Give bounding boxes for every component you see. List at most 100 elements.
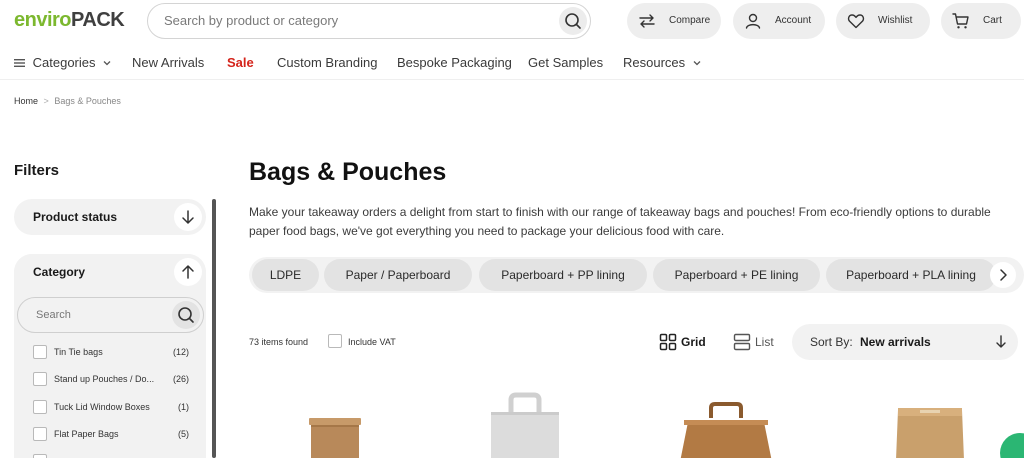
sort-label: Sort By: bbox=[810, 335, 853, 349]
search-icon bbox=[565, 13, 581, 29]
filter-option-count: (12) bbox=[172, 347, 189, 357]
breadcrumb-current: Bags & Pouches bbox=[54, 96, 121, 106]
chip-label: LDPE bbox=[269, 268, 302, 282]
collapse-button[interactable] bbox=[174, 258, 202, 286]
include-vat-label: Include VAT bbox=[348, 337, 396, 347]
arrow-up-icon bbox=[182, 265, 194, 279]
filter-option[interactable]: Tuck Lid Window Boxes (1) bbox=[33, 400, 193, 416]
breadcrumb-separator: > bbox=[43, 96, 49, 106]
grid-label: Grid bbox=[681, 335, 706, 349]
list-label: List bbox=[755, 335, 774, 349]
expand-button[interactable] bbox=[174, 203, 202, 231]
chevron-right-icon bbox=[1000, 269, 1007, 281]
filter-option[interactable]: Tin Tie bags (12) bbox=[33, 345, 193, 361]
filters-title: Filters bbox=[14, 162, 60, 179]
items-found: 73 items found bbox=[249, 337, 309, 347]
include-vat-checkbox[interactable] bbox=[328, 334, 342, 348]
breadcrumb: Home > Bags & Pouches bbox=[14, 96, 121, 106]
compare-label: Compare bbox=[669, 15, 711, 26]
chips-next-button[interactable] bbox=[990, 262, 1016, 288]
search-bar bbox=[147, 3, 591, 39]
wishlist-button[interactable]: Wishlist bbox=[836, 3, 930, 39]
chevron-down-icon bbox=[693, 61, 701, 66]
sort-dropdown[interactable]: Sort By: New arrivals bbox=[792, 324, 1018, 360]
filter-product-status-label: Product status bbox=[33, 210, 118, 224]
filter-option[interactable] bbox=[33, 454, 193, 458]
grid-icon bbox=[659, 333, 677, 351]
filter-option-label: Tin Tie bags bbox=[54, 347, 103, 357]
filter-category-label: Category bbox=[33, 265, 86, 279]
filter-option-label: Stand up Pouches / Do... bbox=[54, 374, 155, 384]
chip-label: Paperboard + PP lining bbox=[501, 268, 625, 282]
breadcrumb-home[interactable]: Home bbox=[14, 96, 38, 106]
chip-paperboard-pla[interactable]: Paperboard + PLA lining bbox=[826, 259, 996, 291]
nav-resources-label: Resources bbox=[623, 55, 686, 70]
filter-option-count: (1) bbox=[178, 402, 189, 412]
filter-option[interactable]: Flat Paper Bags (5) bbox=[33, 427, 193, 443]
menu-icon bbox=[14, 59, 25, 67]
product-image-kraft-takeaway-bag[interactable] bbox=[676, 402, 776, 458]
arrow-down-icon bbox=[996, 335, 1006, 348]
checkbox[interactable] bbox=[33, 372, 47, 386]
arrow-down-icon bbox=[182, 210, 194, 224]
category-search-input[interactable] bbox=[36, 309, 166, 321]
nav-get-samples[interactable]: Get Samples bbox=[528, 55, 603, 70]
filter-option-count: (5) bbox=[178, 429, 189, 439]
site-header: enviroPACK Compare Account Wishlist bbox=[0, 0, 1024, 42]
enviropack-logo[interactable]: enviroPACK bbox=[14, 9, 125, 32]
grid-view-button[interactable]: Grid bbox=[659, 333, 709, 351]
chip-paperboard-pp[interactable]: Paperboard + PP lining bbox=[479, 259, 647, 291]
material-chips: LDPE Paper / Paperboard Paperboard + PP … bbox=[249, 257, 1024, 293]
nav-categories[interactable]: Categories bbox=[14, 55, 112, 70]
filter-option-count: (26) bbox=[172, 374, 189, 384]
filter-option[interactable]: Stand up Pouches / Do... (26) bbox=[33, 372, 193, 388]
chip-label: Paperboard + PLA lining bbox=[846, 268, 976, 282]
compare-button[interactable]: Compare bbox=[627, 3, 721, 39]
chip-label: Paper / Paperboard bbox=[345, 268, 451, 282]
chip-paperboard-pe[interactable]: Paperboard + PE lining bbox=[653, 259, 820, 291]
nav-resources[interactable]: Resources bbox=[623, 55, 702, 70]
header-divider bbox=[0, 79, 1024, 80]
list-view-button[interactable]: List bbox=[733, 333, 778, 351]
search-input[interactable] bbox=[164, 13, 544, 28]
page-title: Bags & Pouches bbox=[249, 158, 447, 186]
filter-product-status[interactable]: Product status bbox=[14, 199, 206, 235]
nav-sale[interactable]: Sale bbox=[227, 55, 254, 70]
chevron-down-icon bbox=[103, 61, 111, 66]
checkbox[interactable] bbox=[33, 454, 47, 458]
checkbox[interactable] bbox=[33, 427, 47, 441]
filters-scrollbar[interactable] bbox=[212, 199, 216, 458]
product-image-kraft-pouch[interactable] bbox=[890, 404, 970, 458]
chat-widget-button[interactable] bbox=[1000, 433, 1024, 458]
nav-categories-label: Categories bbox=[32, 55, 96, 70]
category-search-button[interactable] bbox=[172, 301, 200, 329]
main-nav: Categories New Arrivals Sale Custom Bran… bbox=[0, 48, 1024, 78]
account-button[interactable]: Account bbox=[733, 3, 825, 39]
heart-icon bbox=[847, 14, 865, 29]
cart-button[interactable]: Cart bbox=[941, 3, 1021, 39]
checkbox[interactable] bbox=[33, 345, 47, 359]
search-icon bbox=[178, 307, 194, 323]
sort-value: New arrivals bbox=[860, 335, 931, 349]
cart-icon bbox=[952, 13, 969, 29]
account-label: Account bbox=[775, 15, 812, 26]
chip-paper[interactable]: Paper / Paperboard bbox=[324, 259, 472, 291]
nav-new-arrivals[interactable]: New Arrivals bbox=[132, 55, 204, 70]
filter-option-label: Tuck Lid Window Boxes bbox=[54, 402, 150, 412]
cart-label: Cart bbox=[983, 15, 1002, 26]
checkbox[interactable] bbox=[33, 400, 47, 414]
compare-icon bbox=[639, 14, 655, 28]
wishlist-label: Wishlist bbox=[878, 15, 913, 26]
chip-ldpe[interactable]: LDPE bbox=[252, 259, 319, 291]
category-search bbox=[17, 297, 204, 333]
nav-custom-branding[interactable]: Custom Branding bbox=[277, 55, 377, 70]
category-description: Make your takeaway orders a delight from… bbox=[249, 205, 991, 238]
product-image-tin-tie-bag[interactable] bbox=[305, 412, 365, 458]
filter-category[interactable]: Category bbox=[14, 254, 206, 290]
product-image-white-paper-bag[interactable] bbox=[485, 392, 565, 458]
list-icon bbox=[733, 333, 751, 351]
nav-bespoke-packaging[interactable]: Bespoke Packaging bbox=[397, 55, 512, 70]
user-icon bbox=[745, 13, 761, 29]
chip-label: Paperboard + PE lining bbox=[674, 268, 799, 282]
search-button[interactable] bbox=[559, 7, 587, 35]
